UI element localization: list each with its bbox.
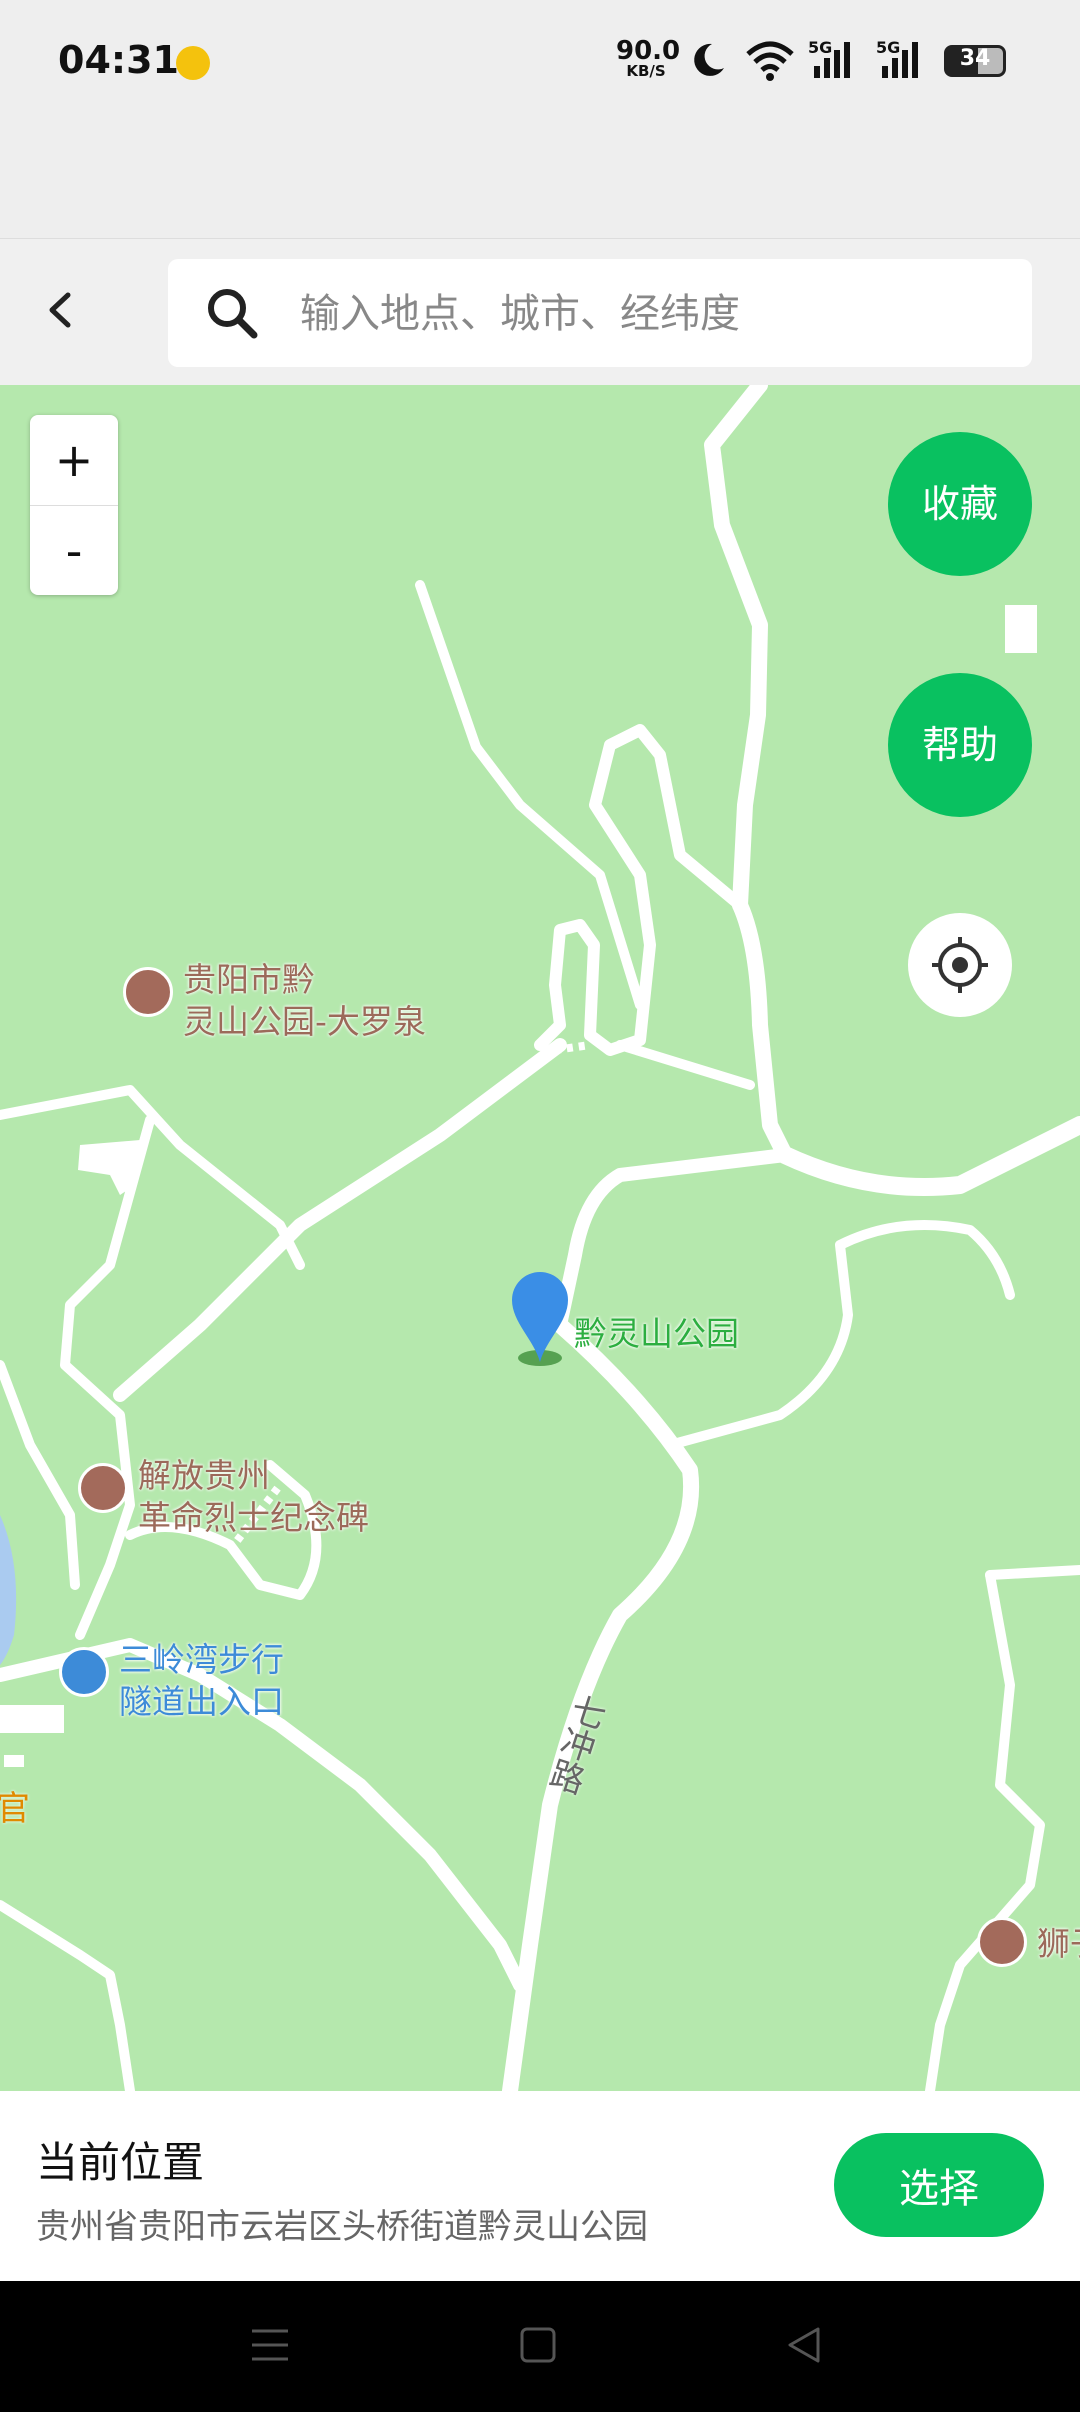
search-icon — [208, 289, 258, 339]
battery-icon: 34 — [944, 45, 1006, 77]
search-box[interactable] — [168, 259, 1032, 369]
current-location-title: 当前位置 — [36, 2138, 205, 2187]
map-view[interactable]: + - 收藏 帮助 贵阳市黔 灵山公园-大罗泉 解放贵州 革命烈士纪念碑 三岭湾… — [0, 385, 1080, 2091]
zoom-control: + - — [30, 415, 118, 595]
poi-label: 贵阳市黔 灵山公园-大罗泉 — [183, 959, 426, 1043]
network-label-2: 5G — [876, 38, 901, 57]
my-location-button[interactable] — [908, 913, 1012, 1017]
status-bar: 04:31 90.0 KB/S 5G 5G 34 — [0, 0, 1080, 125]
landmark-icon — [123, 967, 173, 1017]
notification-icon — [176, 46, 210, 80]
landmark-icon — [977, 1917, 1027, 1967]
network-label-1: 5G — [808, 38, 833, 57]
cellular-signal-icon-1: 5G — [808, 38, 860, 86]
location-pin-icon — [512, 1272, 568, 1366]
network-speed: 90.0 KB/S — [616, 36, 681, 80]
home-icon[interactable] — [516, 2323, 560, 2367]
landmark-icon — [78, 1463, 128, 1513]
selected-place-label: 黔灵山公园 — [574, 1314, 739, 1353]
network-speed-value: 90.0 — [616, 36, 681, 66]
poi-line2: 灵山公园-大罗泉 — [183, 1002, 426, 1041]
help-button[interactable]: 帮助 — [888, 673, 1032, 817]
poi-line1: 狮子 — [1037, 1924, 1080, 1963]
back-nav-icon[interactable] — [782, 2323, 826, 2367]
back-button[interactable] — [36, 285, 86, 335]
poi-label: 解放贵州 革命烈士纪念碑 — [138, 1455, 369, 1539]
search-input[interactable] — [298, 259, 1002, 369]
network-speed-unit: KB/S — [626, 62, 666, 80]
current-location-panel: 当前位置 贵州省贵阳市云岩区头桥街道黔灵山公园 选择 — [0, 2091, 1080, 2281]
battery-level: 34 — [959, 46, 991, 71]
poi-line1: 三岭湾步行 — [119, 1640, 284, 1679]
map-roads — [0, 385, 1080, 2091]
cellular-signal-icon-2: 5G — [876, 38, 928, 86]
search-bar — [0, 238, 1080, 386]
wifi-icon — [746, 41, 794, 81]
poi-line2: 革命烈士纪念碑 — [138, 1498, 369, 1537]
poi-line1: 解放贵州 — [138, 1456, 270, 1495]
favorite-button[interactable]: 收藏 — [888, 432, 1032, 576]
select-button[interactable]: 选择 — [834, 2133, 1044, 2237]
locate-icon — [932, 937, 988, 993]
system-navigation-bar — [0, 2281, 1080, 2412]
poi-label: 三岭湾步行 隧道出入口 — [119, 1639, 284, 1723]
moon-icon — [694, 43, 724, 76]
map-edge-label: 官 — [0, 1789, 30, 1829]
status-time: 04:31 — [58, 38, 179, 82]
current-location-address: 贵州省贵阳市云岩区头桥街道黔灵山公园 — [36, 2207, 648, 2247]
tunnel-icon — [59, 1647, 109, 1697]
title-area — [0, 125, 1080, 239]
menu-icon[interactable] — [248, 2323, 292, 2367]
poi-line1: 贵阳市黔 — [183, 960, 315, 999]
poi-line2: 隧道出入口 — [119, 1682, 284, 1721]
zoom-in-button[interactable]: + — [30, 415, 118, 505]
zoom-out-button[interactable]: - — [30, 506, 118, 596]
